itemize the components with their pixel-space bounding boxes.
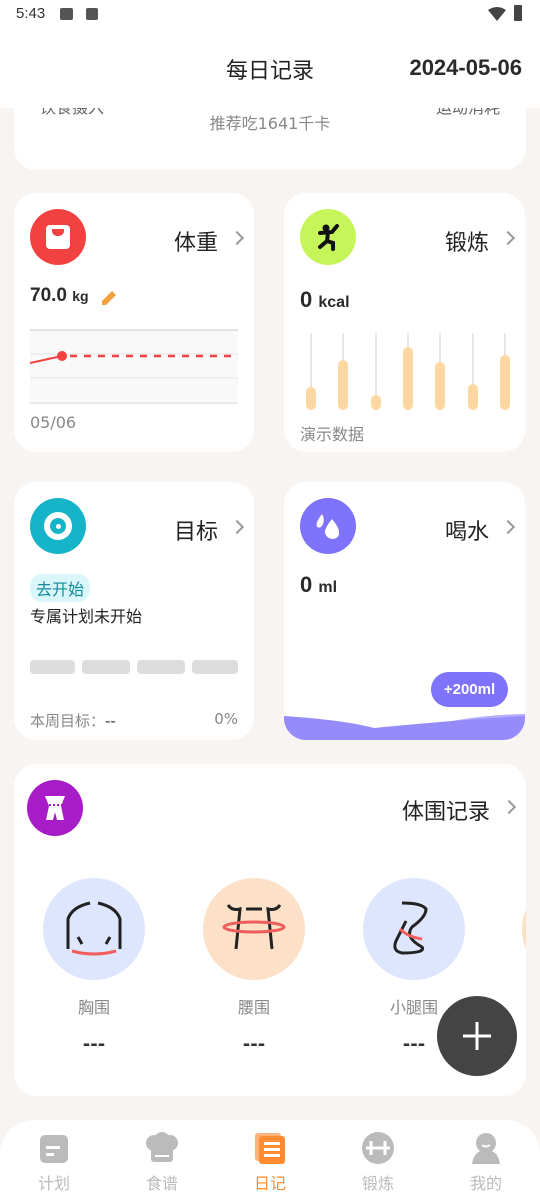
nav-profile[interactable]: 我的 (446, 1132, 526, 1194)
goal-percent: 0% (214, 710, 238, 728)
weight-number: 70.0 (30, 285, 67, 306)
weekly-goal-value: -- (105, 712, 116, 730)
a-notification-icon (86, 8, 98, 20)
profile-icon (472, 1133, 500, 1164)
weekly-goal-label: 本周目标： (30, 712, 106, 730)
chevron-right-icon (500, 230, 516, 246)
exercise-bar (370, 394, 381, 410)
chef-hat-icon (146, 1132, 178, 1162)
exercise-bar (499, 354, 510, 410)
body-measure-icon (27, 780, 83, 836)
add-200ml-button[interactable]: +200ml (431, 672, 508, 707)
next-measure-peek (522, 878, 526, 980)
water-number: 0 (300, 572, 313, 597)
measure-chest[interactable]: 胸围 --- (43, 878, 145, 1055)
nav-diary-label: 日记 (253, 1174, 286, 1193)
waist-icon (203, 878, 305, 980)
nav-diary[interactable]: 日记 (230, 1132, 310, 1194)
exercise-bar (435, 362, 446, 410)
nav-plan-label: 计划 (37, 1174, 70, 1193)
dumbbell-icon (362, 1132, 394, 1164)
exercise-unit: kcal (318, 294, 350, 311)
start-badge[interactable]: 去开始 (30, 574, 91, 602)
nav-exercise-label: 锻炼 (361, 1174, 394, 1193)
image-icon (60, 8, 73, 20)
progress-segment (30, 660, 75, 674)
chevron-right-icon (501, 799, 517, 815)
chest-label: 胸围 (77, 998, 110, 1017)
waist-value: --- (242, 1034, 266, 1055)
water-card[interactable]: 喝水 0 ml +200ml (284, 482, 525, 740)
calendar-icon (40, 1135, 68, 1163)
water-title: 喝水 (444, 520, 489, 545)
wifi-icon (488, 7, 506, 21)
weight-trend-chart (30, 329, 238, 405)
recommended-calories: 推荐吃1641千卡 (209, 114, 331, 133)
nav-exercise[interactable]: 锻炼 (338, 1132, 418, 1194)
exercise-title: 锻炼 (444, 231, 489, 256)
status-bar: 5:43 (0, 0, 540, 28)
weight-point (57, 351, 67, 361)
status-time: 5:43 (16, 5, 46, 22)
bottom-nav: 计划 食谱 日记 锻炼 我的 (0, 1120, 540, 1200)
target-icon (30, 498, 86, 554)
weekly-goal: 本周目标：-- (30, 710, 116, 731)
exercise-card[interactable]: 锻炼 0 kcal 演示数据 (284, 193, 525, 452)
weight-unit: kg (72, 288, 89, 304)
exercise-value: 0 kcal (300, 287, 350, 313)
progress-segment (192, 660, 238, 674)
goal-card[interactable]: 目标 去开始 专属计划未开始 本周目标：-- 0% (14, 482, 254, 740)
diary-icon (255, 1133, 285, 1164)
battery-icon (514, 5, 522, 21)
nav-plan[interactable]: 计划 (14, 1132, 94, 1194)
weight-title: 体重 (173, 231, 218, 256)
running-person-icon (300, 209, 356, 265)
weight-card[interactable]: 体重 70.0 kg 05/06 (14, 193, 254, 452)
edit-pencil-icon[interactable] (98, 287, 120, 309)
exercise-bar (338, 359, 349, 410)
chevron-right-icon (229, 230, 245, 246)
water-wave (284, 714, 525, 740)
plan-status: 专属计划未开始 (30, 607, 143, 626)
add-record-button[interactable] (437, 996, 517, 1076)
app-header: 每日记录 2024-05-06 (0, 28, 540, 108)
chest-icon (43, 878, 145, 980)
measure-waist[interactable]: 腰围 --- (203, 878, 305, 1055)
body-measure-title: 体围记录 (401, 800, 490, 825)
scale-icon (30, 209, 86, 265)
nav-profile-label: 我的 (469, 1174, 502, 1193)
plus-icon (463, 1022, 491, 1050)
chest-value: --- (82, 1034, 106, 1055)
calf-icon (363, 878, 465, 980)
exercise-number: 0 (300, 287, 313, 312)
chevron-right-icon (500, 519, 516, 535)
water-value: 0 ml (300, 572, 337, 598)
nav-recipes[interactable]: 食谱 (122, 1132, 202, 1194)
waist-label: 腰围 (237, 998, 270, 1017)
exercise-bar (467, 383, 478, 410)
chevron-right-icon (229, 519, 245, 535)
nav-recipes-label: 食谱 (145, 1174, 178, 1193)
exercise-bar (306, 386, 316, 410)
water-unit: ml (318, 579, 338, 596)
exercise-bar (402, 346, 413, 410)
demo-data-note: 演示数据 (300, 425, 365, 444)
goal-title: 目标 (173, 520, 218, 545)
weight-value: 70.0 kg (30, 285, 89, 307)
weight-date: 05/06 (30, 413, 77, 432)
progress-segment (137, 660, 185, 674)
progress-segment (82, 660, 130, 674)
water-drops-icon (300, 498, 356, 554)
date-selector[interactable]: 2024-05-06 (409, 55, 522, 81)
